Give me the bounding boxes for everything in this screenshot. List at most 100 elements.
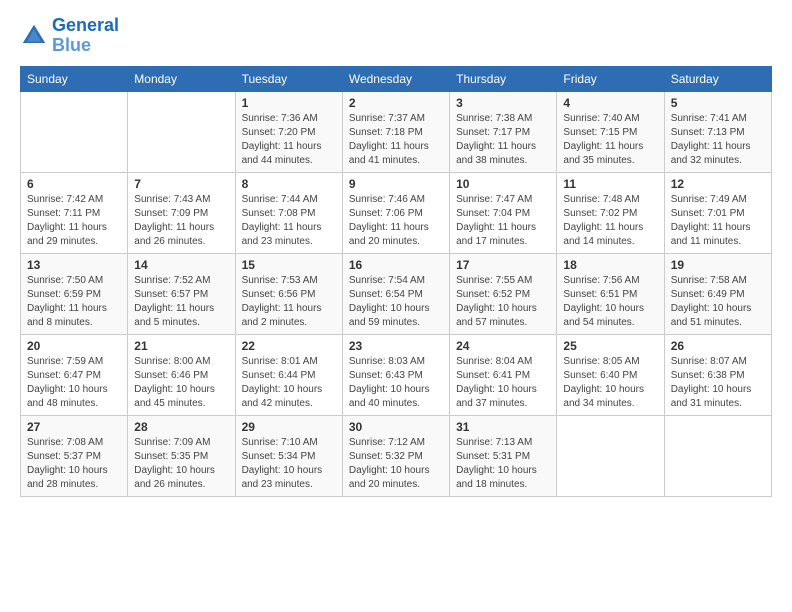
calendar-cell — [557, 415, 664, 496]
calendar-cell: 19 Sunrise: 7:58 AM Sunset: 6:49 PM Dayl… — [664, 253, 771, 334]
sunset-text: Sunset: 6:44 PM — [242, 369, 336, 383]
sunrise-text: Sunrise: 7:44 AM — [242, 193, 336, 207]
cell-info: Sunrise: 7:42 AM Sunset: 7:11 PM Dayligh… — [27, 193, 121, 249]
logo-text: General Blue — [52, 16, 119, 56]
sunset-text: Sunset: 6:57 PM — [134, 288, 228, 302]
calendar-cell: 11 Sunrise: 7:48 AM Sunset: 7:02 PM Dayl… — [557, 172, 664, 253]
daylight-text: Daylight: 11 hours and 14 minutes. — [563, 221, 657, 249]
daylight-text: Daylight: 10 hours and 59 minutes. — [349, 302, 443, 330]
day-number: 23 — [349, 339, 443, 353]
sunset-text: Sunset: 5:34 PM — [242, 450, 336, 464]
sunrise-text: Sunrise: 7:12 AM — [349, 436, 443, 450]
sunset-text: Sunset: 6:59 PM — [27, 288, 121, 302]
daylight-text: Daylight: 10 hours and 48 minutes. — [27, 383, 121, 411]
sunrise-text: Sunrise: 7:41 AM — [671, 112, 765, 126]
col-header-saturday: Saturday — [664, 66, 771, 91]
cell-info: Sunrise: 7:12 AM Sunset: 5:32 PM Dayligh… — [349, 436, 443, 492]
daylight-text: Daylight: 10 hours and 28 minutes. — [27, 464, 121, 492]
sunset-text: Sunset: 7:04 PM — [456, 207, 550, 221]
cell-info: Sunrise: 7:50 AM Sunset: 6:59 PM Dayligh… — [27, 274, 121, 330]
day-number: 14 — [134, 258, 228, 272]
cell-info: Sunrise: 8:03 AM Sunset: 6:43 PM Dayligh… — [349, 355, 443, 411]
day-number: 5 — [671, 96, 765, 110]
cell-info: Sunrise: 7:56 AM Sunset: 6:51 PM Dayligh… — [563, 274, 657, 330]
calendar-cell — [664, 415, 771, 496]
sunset-text: Sunset: 6:41 PM — [456, 369, 550, 383]
day-number: 13 — [27, 258, 121, 272]
calendar-cell: 30 Sunrise: 7:12 AM Sunset: 5:32 PM Dayl… — [342, 415, 449, 496]
sunrise-text: Sunrise: 7:56 AM — [563, 274, 657, 288]
day-number: 1 — [242, 96, 336, 110]
calendar-cell: 1 Sunrise: 7:36 AM Sunset: 7:20 PM Dayli… — [235, 91, 342, 172]
sunrise-text: Sunrise: 7:08 AM — [27, 436, 121, 450]
sunset-text: Sunset: 6:56 PM — [242, 288, 336, 302]
sunset-text: Sunset: 7:06 PM — [349, 207, 443, 221]
sunset-text: Sunset: 7:20 PM — [242, 126, 336, 140]
day-number: 20 — [27, 339, 121, 353]
cell-info: Sunrise: 7:59 AM Sunset: 6:47 PM Dayligh… — [27, 355, 121, 411]
calendar-cell: 5 Sunrise: 7:41 AM Sunset: 7:13 PM Dayli… — [664, 91, 771, 172]
cell-info: Sunrise: 7:08 AM Sunset: 5:37 PM Dayligh… — [27, 436, 121, 492]
sunset-text: Sunset: 7:18 PM — [349, 126, 443, 140]
day-number: 27 — [27, 420, 121, 434]
calendar-cell: 17 Sunrise: 7:55 AM Sunset: 6:52 PM Dayl… — [450, 253, 557, 334]
calendar-cell: 12 Sunrise: 7:49 AM Sunset: 7:01 PM Dayl… — [664, 172, 771, 253]
sunset-text: Sunset: 7:02 PM — [563, 207, 657, 221]
daylight-text: Daylight: 11 hours and 38 minutes. — [456, 140, 550, 168]
sunset-text: Sunset: 7:09 PM — [134, 207, 228, 221]
daylight-text: Daylight: 10 hours and 40 minutes. — [349, 383, 443, 411]
sunrise-text: Sunrise: 7:59 AM — [27, 355, 121, 369]
cell-info: Sunrise: 7:37 AM Sunset: 7:18 PM Dayligh… — [349, 112, 443, 168]
week-row-1: 1 Sunrise: 7:36 AM Sunset: 7:20 PM Dayli… — [21, 91, 772, 172]
sunrise-text: Sunrise: 8:00 AM — [134, 355, 228, 369]
calendar-cell: 18 Sunrise: 7:56 AM Sunset: 6:51 PM Dayl… — [557, 253, 664, 334]
calendar-cell: 27 Sunrise: 7:08 AM Sunset: 5:37 PM Dayl… — [21, 415, 128, 496]
calendar-cell: 10 Sunrise: 7:47 AM Sunset: 7:04 PM Dayl… — [450, 172, 557, 253]
cell-info: Sunrise: 7:38 AM Sunset: 7:17 PM Dayligh… — [456, 112, 550, 168]
col-header-sunday: Sunday — [21, 66, 128, 91]
day-number: 28 — [134, 420, 228, 434]
daylight-text: Daylight: 10 hours and 57 minutes. — [456, 302, 550, 330]
day-number: 18 — [563, 258, 657, 272]
page: General Blue SundayMondayTuesdayWednesda… — [0, 0, 792, 507]
sunrise-text: Sunrise: 7:46 AM — [349, 193, 443, 207]
col-header-tuesday: Tuesday — [235, 66, 342, 91]
day-number: 16 — [349, 258, 443, 272]
daylight-text: Daylight: 11 hours and 5 minutes. — [134, 302, 228, 330]
sunrise-text: Sunrise: 7:40 AM — [563, 112, 657, 126]
calendar-cell: 2 Sunrise: 7:37 AM Sunset: 7:18 PM Dayli… — [342, 91, 449, 172]
calendar-cell: 14 Sunrise: 7:52 AM Sunset: 6:57 PM Dayl… — [128, 253, 235, 334]
day-number: 6 — [27, 177, 121, 191]
week-row-4: 20 Sunrise: 7:59 AM Sunset: 6:47 PM Dayl… — [21, 334, 772, 415]
cell-info: Sunrise: 7:52 AM Sunset: 6:57 PM Dayligh… — [134, 274, 228, 330]
sunset-text: Sunset: 6:49 PM — [671, 288, 765, 302]
cell-info: Sunrise: 7:13 AM Sunset: 5:31 PM Dayligh… — [456, 436, 550, 492]
week-row-3: 13 Sunrise: 7:50 AM Sunset: 6:59 PM Dayl… — [21, 253, 772, 334]
sunrise-text: Sunrise: 7:13 AM — [456, 436, 550, 450]
daylight-text: Daylight: 10 hours and 45 minutes. — [134, 383, 228, 411]
daylight-text: Daylight: 11 hours and 8 minutes. — [27, 302, 121, 330]
calendar-cell: 3 Sunrise: 7:38 AM Sunset: 7:17 PM Dayli… — [450, 91, 557, 172]
sunrise-text: Sunrise: 7:50 AM — [27, 274, 121, 288]
cell-info: Sunrise: 8:07 AM Sunset: 6:38 PM Dayligh… — [671, 355, 765, 411]
day-number: 22 — [242, 339, 336, 353]
sunset-text: Sunset: 7:01 PM — [671, 207, 765, 221]
sunset-text: Sunset: 7:15 PM — [563, 126, 657, 140]
sunset-text: Sunset: 7:17 PM — [456, 126, 550, 140]
daylight-text: Daylight: 11 hours and 23 minutes. — [242, 221, 336, 249]
day-number: 3 — [456, 96, 550, 110]
sunrise-text: Sunrise: 7:49 AM — [671, 193, 765, 207]
sunset-text: Sunset: 5:37 PM — [27, 450, 121, 464]
sunrise-text: Sunrise: 7:37 AM — [349, 112, 443, 126]
cell-info: Sunrise: 8:05 AM Sunset: 6:40 PM Dayligh… — [563, 355, 657, 411]
sunrise-text: Sunrise: 7:58 AM — [671, 274, 765, 288]
cell-info: Sunrise: 7:48 AM Sunset: 7:02 PM Dayligh… — [563, 193, 657, 249]
daylight-text: Daylight: 10 hours and 26 minutes. — [134, 464, 228, 492]
sunrise-text: Sunrise: 7:55 AM — [456, 274, 550, 288]
daylight-text: Daylight: 11 hours and 35 minutes. — [563, 140, 657, 168]
cell-info: Sunrise: 7:54 AM Sunset: 6:54 PM Dayligh… — [349, 274, 443, 330]
sunrise-text: Sunrise: 8:05 AM — [563, 355, 657, 369]
sunrise-text: Sunrise: 7:36 AM — [242, 112, 336, 126]
day-number: 4 — [563, 96, 657, 110]
cell-info: Sunrise: 7:44 AM Sunset: 7:08 PM Dayligh… — [242, 193, 336, 249]
